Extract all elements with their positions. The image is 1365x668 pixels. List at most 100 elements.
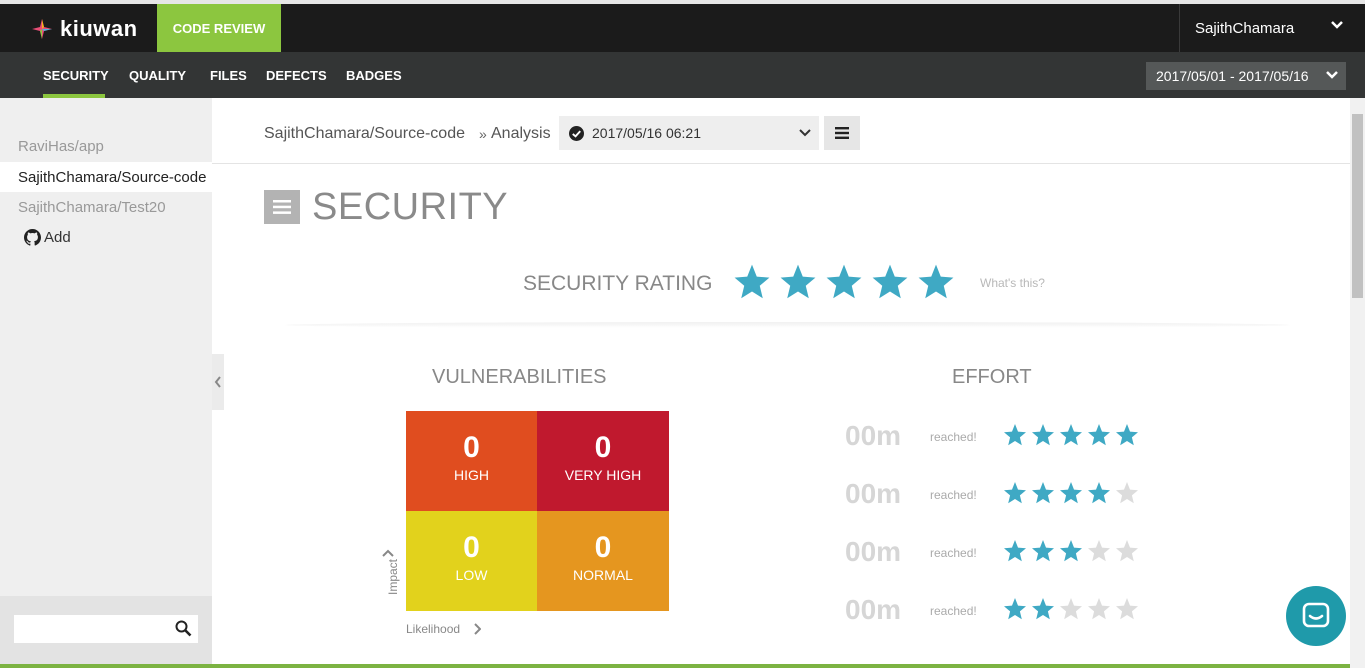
top-bar: kiuwan CODE REVIEW SajithChamara	[0, 0, 1365, 52]
chevron-down-icon	[799, 129, 811, 137]
star-icon	[1088, 482, 1110, 504]
chevron-up-icon	[382, 549, 394, 557]
star-icon	[918, 264, 954, 299]
star-icon	[1060, 540, 1082, 562]
vuln-label: VERY HIGH	[564, 467, 642, 483]
search-icon[interactable]	[175, 620, 192, 637]
vuln-cell-high[interactable]: 0 HIGH	[406, 411, 537, 511]
vuln-count: 0	[463, 531, 480, 564]
effort-row: 00m reached!	[845, 590, 1165, 630]
star-icon	[1032, 540, 1054, 562]
star-icon	[734, 264, 770, 299]
star-icon	[1060, 598, 1082, 620]
main-nav: SECURITY QUALITY FILES DEFECTS BADGES 20…	[0, 52, 1365, 98]
star-icon	[1088, 424, 1110, 446]
star-icon	[1032, 482, 1054, 504]
sidebar-collapse-toggle[interactable]	[212, 354, 224, 410]
kiuwan-logo-icon	[32, 19, 52, 39]
star-icon	[1116, 482, 1138, 504]
analysis-menu-button[interactable]	[824, 116, 860, 150]
effort-status: reached!	[930, 488, 977, 502]
security-rating-stars	[733, 263, 963, 301]
star-icon	[1088, 598, 1110, 620]
add-label: Add	[44, 229, 71, 246]
effort-status: reached!	[930, 430, 977, 444]
tab-badges[interactable]: BADGES	[346, 68, 402, 83]
vuln-count: 0	[463, 431, 480, 464]
chevron-left-icon	[214, 376, 221, 388]
star-icon	[1032, 598, 1054, 620]
effort-value: 00m	[845, 594, 902, 625]
vuln-cell-low[interactable]: 0 LOW	[406, 511, 537, 611]
effort-stars	[1003, 481, 1143, 505]
vuln-label: NORMAL	[573, 567, 633, 583]
effort-status: reached!	[930, 604, 977, 618]
chevron-down-icon	[1331, 21, 1343, 29]
page-scrollbar[interactable]	[1350, 98, 1365, 668]
sidebar-item-ravihas-app[interactable]: RaviHas/app	[0, 131, 212, 161]
sidebar-item-test20[interactable]: SajithChamara/Test20	[0, 192, 212, 222]
tab-quality[interactable]: QUALITY	[129, 68, 186, 83]
effort-row: 00m reached!	[845, 416, 1165, 456]
tab-defects[interactable]: DEFECTS	[266, 68, 327, 83]
star-icon	[826, 264, 862, 299]
sidebar-item-label: SajithChamara/Source-code	[18, 168, 207, 186]
vuln-label: LOW	[455, 567, 488, 583]
vuln-count: 0	[594, 531, 612, 564]
hamburger-icon	[273, 200, 291, 214]
user-name: SajithChamara	[1195, 19, 1295, 37]
sidebar-item-source-code[interactable]: SajithChamara/Source-code	[0, 162, 212, 192]
star-icon	[1116, 598, 1138, 620]
vuln-cell-very-high[interactable]: 0 VERY HIGH	[537, 411, 669, 511]
chat-button[interactable]	[1286, 586, 1346, 646]
vuln-cell-normal[interactable]: 0 NORMAL	[537, 511, 669, 611]
security-rating-label: SECURITY RATING	[523, 272, 713, 295]
hamburger-icon	[835, 127, 849, 139]
code-review-button[interactable]: CODE REVIEW	[157, 4, 281, 52]
sidebar-item-label: SajithChamara/Test20	[18, 198, 166, 216]
effort-value: 00m	[845, 536, 902, 567]
effort-row: 00m reached!	[845, 532, 1165, 572]
star-icon	[1004, 482, 1026, 504]
tab-files[interactable]: FILES	[210, 68, 247, 83]
sidebar-search-input[interactable]	[14, 615, 198, 643]
star-icon	[780, 264, 816, 299]
star-icon	[1060, 424, 1082, 446]
star-icon	[1004, 540, 1026, 562]
sidebar-item-label: RaviHas/app	[18, 137, 104, 155]
star-icon	[1032, 424, 1054, 446]
breadcrumb-app[interactable]: SajithChamara/Source-code	[264, 125, 465, 143]
breadcrumb-section: Analysis	[491, 125, 551, 142]
tab-security[interactable]: SECURITY	[43, 68, 109, 83]
sidebar-search-area	[0, 596, 212, 668]
scrollbar-thumb[interactable]	[1352, 114, 1363, 298]
page-title: SECURITY	[312, 186, 509, 228]
vulnerabilities-title: VULNERABILITIES	[432, 366, 607, 388]
logo-text: kiuwan	[60, 16, 138, 41]
analysis-date-select[interactable]: 2017/05/16 06:21	[559, 116, 819, 150]
date-range-select[interactable]: 2017/05/01 - 2017/05/16	[1146, 62, 1346, 90]
impact-axis-label: Impact	[386, 558, 401, 596]
add-app-button[interactable]: Add	[24, 229, 71, 246]
star-icon	[1004, 598, 1026, 620]
section-menu-button[interactable]	[264, 190, 300, 224]
chevron-down-icon	[1326, 71, 1338, 79]
user-menu[interactable]: SajithChamara	[1179, 4, 1365, 52]
breadcrumb: SajithChamara/Source-code » Analysis 201…	[212, 98, 1350, 164]
effort-row: 00m reached!	[845, 474, 1165, 514]
kiuwan-logo[interactable]: kiuwan	[32, 16, 138, 42]
effort-value: 00m	[845, 420, 902, 451]
star-icon	[1116, 540, 1138, 562]
effort-status: reached!	[930, 546, 977, 560]
breadcrumb-separator: »	[479, 126, 487, 142]
vuln-count: 0	[594, 431, 612, 464]
effort-value: 00m	[845, 478, 902, 509]
date-range-label: 2017/05/01 - 2017/05/16	[1156, 68, 1309, 84]
github-icon	[24, 229, 41, 246]
effort-title: EFFORT	[952, 366, 1032, 388]
section-divider	[285, 322, 1290, 328]
check-circle-icon	[569, 125, 584, 141]
star-icon	[872, 264, 908, 299]
whats-this-link[interactable]: What's this?	[980, 276, 1045, 290]
star-icon	[1060, 482, 1082, 504]
